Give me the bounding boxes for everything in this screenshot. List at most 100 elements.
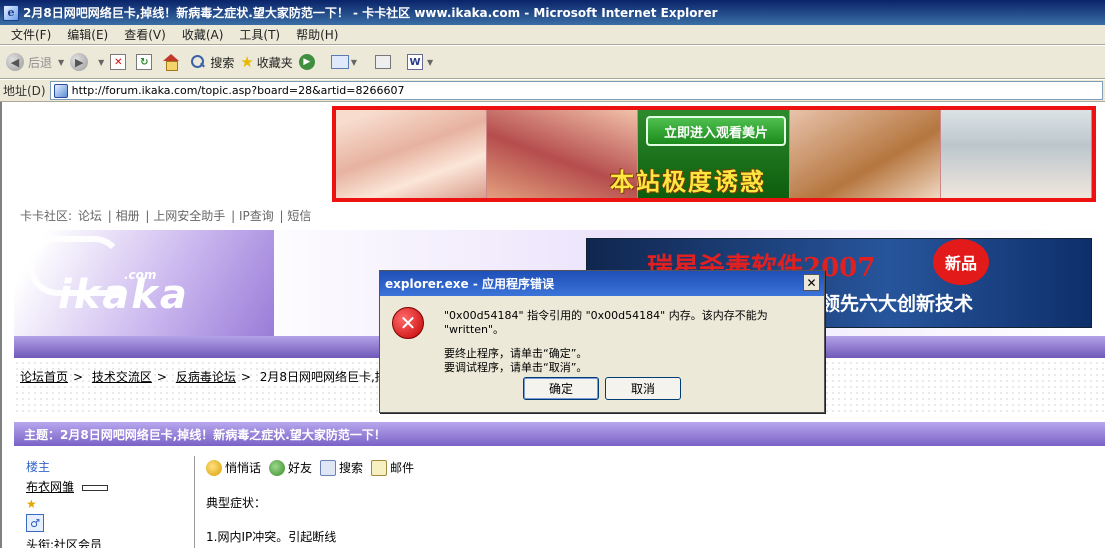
ad-image-4 — [789, 110, 941, 198]
dialog-title: explorer.exe - 应用程序错误 — [385, 277, 555, 291]
ad-banner[interactable]: 立即进入观看美片 本站极度诱惑 — [332, 106, 1096, 202]
ok-button[interactable]: 确定 — [523, 377, 599, 400]
online-status-icon — [81, 484, 108, 491]
word-icon: W — [406, 54, 423, 70]
top-nav: 卡卡社区: 论坛 | 相册 | 上网安全助手 | IP查询 | 短信 — [20, 209, 312, 223]
post-body: 典型症状： 1.网内IP冲突。引起断线 — [206, 494, 336, 548]
topic-title-bar: 主题：2月8日网吧网络巨卡,掉线！新病毒之症状.望大家防范一下！ — [14, 422, 1105, 446]
media-icon: ▶ — [298, 54, 315, 70]
address-label: 地址(D) — [3, 84, 46, 98]
post-floor: 楼主 — [26, 460, 51, 474]
print-button[interactable] — [369, 50, 401, 74]
top-nav-forum[interactable]: 论坛 — [78, 209, 102, 223]
whisper-button[interactable]: 悄悄话 — [206, 459, 261, 476]
header-ad-badge: 新品 — [933, 239, 989, 285]
post-mail-button[interactable]: 邮件 — [371, 459, 414, 476]
breadcrumb-current: 2月8日网吧网络巨卡,掉线 — [259, 370, 399, 384]
menu-file[interactable]: 文件(F) — [4, 26, 60, 43]
address-url: http://forum.ikaka.com/topic.asp?board=2… — [71, 84, 405, 97]
page-icon — [53, 83, 68, 98]
breadcrumb-antivirus[interactable]: 反病毒论坛 — [176, 370, 236, 384]
media-button[interactable]: ▶ — [298, 50, 325, 74]
favorites-label: 收藏夹 — [256, 55, 293, 70]
menu-tools[interactable]: 工具(T) — [232, 26, 289, 43]
error-icon: ✕ — [392, 307, 424, 339]
refresh-button[interactable]: ↻ — [136, 50, 156, 74]
printer-icon — [374, 55, 391, 69]
edit-button[interactable]: W ▼ — [406, 50, 439, 74]
search-label: 搜索 — [210, 55, 235, 70]
post-mail-icon — [371, 459, 388, 476]
top-nav-ip-query[interactable]: IP查询 — [239, 209, 274, 223]
window-title-bar: e 2月8日网吧网络巨卡,掉线！新病毒之症状.望大家防范一下！ - 卡卡社区 w… — [0, 0, 1105, 25]
dialog-title-bar[interactable]: explorer.exe - 应用程序错误 ✕ — [380, 271, 824, 296]
dialog-close-button[interactable]: ✕ — [803, 274, 820, 291]
back-arrow-icon: ◀ — [6, 53, 24, 71]
post-author-panel: 楼主 布衣网雏 ★ ♂ 头衔:社区会员 — [26, 458, 186, 548]
error-dialog: explorer.exe - 应用程序错误 ✕ ✕ "0x00d54184" 指… — [379, 270, 825, 413]
forward-arrow-icon: ▶ — [70, 53, 89, 71]
search-icon — [190, 54, 206, 70]
star-icon: ★ — [240, 53, 254, 71]
top-nav-messages[interactable]: 短信 — [287, 209, 311, 223]
refresh-icon: ↻ — [136, 54, 153, 70]
cancel-button[interactable]: 取消 — [605, 377, 681, 400]
ad-slogan: 本站极度诱惑 — [610, 167, 766, 196]
ad-image-5 — [940, 110, 1093, 198]
menu-help[interactable]: 帮助(H) — [289, 26, 347, 43]
dialog-message-cancel-hint: 要调试程序，请单击“取消”。 — [444, 361, 588, 374]
post-mail-label: 邮件 — [390, 461, 415, 475]
post-body-line: 典型症状： — [206, 496, 267, 510]
menu-favorites[interactable]: 收藏(A) — [175, 26, 233, 43]
post-search-button[interactable]: 搜索 — [320, 459, 363, 476]
whisper-icon — [206, 459, 222, 476]
menu-edit[interactable]: 编辑(E) — [60, 26, 117, 43]
edit-dropdown-icon: ▼ — [426, 57, 434, 67]
ie-icon: e — [3, 4, 19, 21]
menu-bar: 文件(F) 编辑(E) 查看(V) 收藏(A) 工具(T) 帮助(H) — [0, 25, 1105, 45]
post-actions: 悄悄话 好友 搜索 邮件 — [206, 459, 422, 476]
mail-button[interactable]: ▼ — [330, 50, 363, 74]
top-nav-prefix: 卡卡社区: — [20, 209, 73, 223]
top-nav-security-helper[interactable]: 上网安全助手 — [153, 209, 225, 223]
mail-icon — [330, 55, 349, 69]
post-username[interactable]: 布衣网雏 — [26, 480, 74, 494]
home-icon — [162, 54, 180, 71]
post-search-label: 搜索 — [339, 461, 364, 475]
whisper-label: 悄悄话 — [225, 461, 262, 475]
forward-button[interactable]: ▶ — [70, 50, 92, 74]
ikaka-logo[interactable]: .com ikaka — [14, 230, 274, 336]
address-bar: 地址(D) http://forum.ikaka.com/topic.asp?b… — [0, 80, 1105, 102]
top-nav-album[interactable]: 相册 — [116, 209, 140, 223]
rank-star-icon: ★ — [26, 497, 37, 511]
friend-button[interactable]: 好友 — [269, 459, 312, 476]
breadcrumb-home[interactable]: 论坛首页 — [20, 370, 68, 384]
dialog-message-main: "0x00d54184" 指令引用的 "0x00d54184" 内存。该内存不能… — [444, 309, 768, 336]
ad-cta-button[interactable]: 立即进入观看美片 — [646, 116, 786, 146]
stop-icon: ✕ — [110, 54, 127, 70]
home-button[interactable] — [162, 50, 184, 74]
logo-text: ikaka — [58, 272, 189, 318]
browser-toolbar: ◀ 后退 ▼ ▶ ▼ ✕ ↻ 搜索 ★ 收藏夹 ▶ ▼ W ▼ — [0, 46, 1105, 79]
friend-label: 好友 — [288, 461, 313, 475]
address-input[interactable]: http://forum.ikaka.com/topic.asp?board=2… — [49, 81, 1103, 100]
male-icon: ♂ — [26, 514, 44, 532]
stop-button[interactable]: ✕ — [110, 50, 130, 74]
post-divider — [194, 456, 195, 548]
post-user-title: 头衔:社区会员 — [26, 538, 103, 548]
menu-view[interactable]: 查看(V) — [117, 26, 175, 43]
dialog-message: "0x00d54184" 指令引用的 "0x00d54184" 内存。该内存不能… — [444, 309, 824, 375]
post-body-line: 1.网内IP冲突。引起断线 — [206, 530, 337, 544]
search-button[interactable]: 搜索 — [190, 50, 234, 74]
mail-dropdown-icon: ▼ — [350, 57, 357, 67]
dialog-message-ok-hint: 要终止程序，请单击“确定”。 — [444, 347, 588, 360]
breadcrumb: 论坛首页 > 技术交流区 > 反病毒论坛 > 2月8日网吧网络巨卡,掉线 — [20, 370, 399, 384]
back-dropdown-icon[interactable]: ▼ — [58, 58, 64, 67]
breadcrumb-tech[interactable]: 技术交流区 — [92, 370, 152, 384]
favorites-button[interactable]: ★ 收藏夹 — [240, 50, 292, 74]
friend-icon — [269, 459, 286, 476]
ad-image-1 — [336, 110, 488, 198]
back-label: 后退 — [28, 55, 53, 70]
back-button[interactable]: ◀ 后退 — [6, 50, 52, 74]
forward-dropdown-icon[interactable]: ▼ — [98, 58, 104, 67]
